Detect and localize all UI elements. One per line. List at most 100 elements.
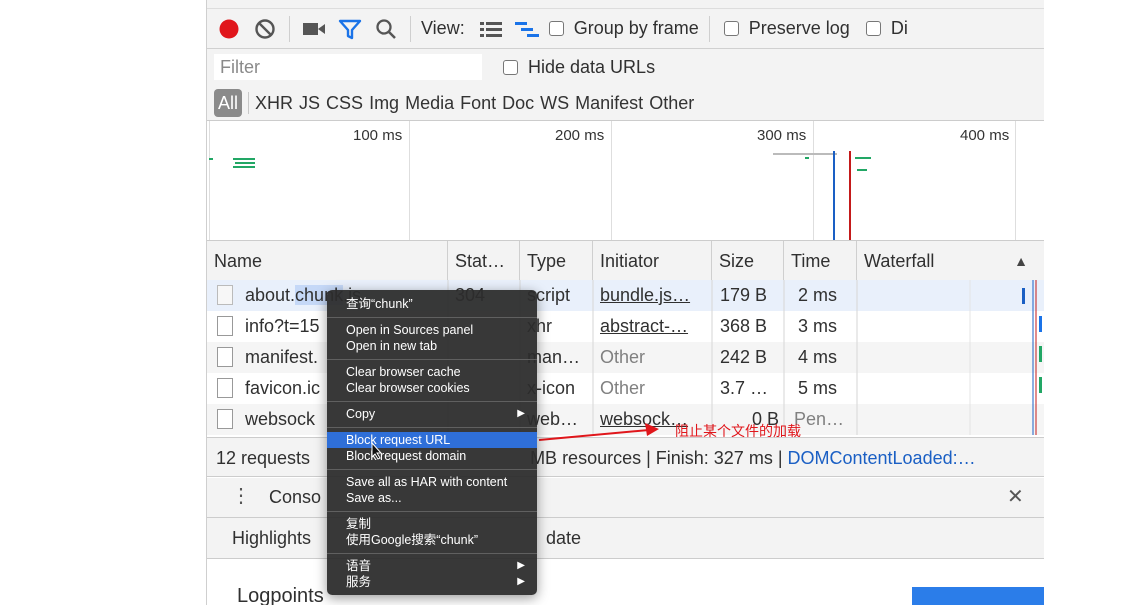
filter-icon[interactable] (336, 15, 364, 43)
menu-separator (327, 511, 537, 512)
type-filter-divider (248, 92, 250, 114)
menu-item-open-new-tab[interactable]: Open in new tab (327, 338, 537, 354)
menu-item-open-in-sources[interactable]: Open in Sources panel (327, 322, 537, 338)
logpoints-heading: Logpoints (237, 585, 324, 605)
group-by-frame-checkbox[interactable] (548, 21, 564, 36)
submenu-arrow-icon: ▶ (517, 576, 525, 587)
sort-ascending-icon: ▲ (1014, 253, 1028, 269)
menu-item-label: Copy (346, 407, 376, 421)
type-filter-doc[interactable]: Doc (502, 89, 540, 117)
menu-item-clear-cookies[interactable]: Clear browser cookies (327, 380, 537, 396)
dom-content-loaded: DOMContentLoaded:… (787, 448, 976, 468)
menu-item-save-as[interactable]: Save as... (327, 490, 537, 506)
column-status[interactable]: Stat… (448, 241, 520, 281)
drawer-tab-console[interactable]: Conso (269, 478, 321, 517)
menu-item-label: 语音 (346, 559, 372, 573)
top-tab-strip (207, 0, 1044, 9)
view-label: View: (421, 18, 465, 38)
preserve-log-label: Preserve log (748, 18, 850, 38)
type-filter-all[interactable]: All (214, 89, 243, 117)
type-filter-font[interactable]: Font (460, 89, 502, 117)
highlights-label[interactable]: Highlights (232, 518, 311, 558)
menu-item-block-request-domain[interactable]: Block request domain (327, 448, 537, 464)
menu-separator (327, 469, 537, 470)
disable-cache-label: Di (890, 18, 908, 38)
list-view-icon[interactable] (477, 15, 505, 43)
column-waterfall[interactable]: Waterfall ▲ (857, 241, 1044, 281)
type-filter-xhr[interactable]: XHR (255, 89, 299, 117)
record-icon[interactable] (215, 15, 243, 43)
annotation-arrow (538, 423, 659, 441)
search-icon[interactable] (372, 15, 400, 43)
filter-row: Hide data URLs (207, 49, 1044, 86)
menu-item-label: 复制 (346, 517, 372, 531)
menu-item-google-search[interactable]: 使用Google搜索“chunk” (327, 532, 537, 548)
type-filter-manifest[interactable]: Manifest (575, 89, 649, 117)
column-waterfall-label: Waterfall (864, 251, 935, 271)
type-filter-ws[interactable]: WS (540, 89, 575, 117)
menu-separator (327, 401, 537, 402)
toolbar-divider (289, 15, 290, 42)
filter-input[interactable] (214, 54, 482, 80)
whats-new-image (912, 587, 1044, 605)
requests-table-header: Name Stat… Type Initiator Size Time Wate… (207, 241, 1044, 282)
resource-type-filter-bar: All XHR JS CSS Img Media Font Doc WS Man… (207, 86, 1044, 121)
type-filter-media[interactable]: Media (405, 89, 460, 117)
mouse-cursor-icon (371, 442, 383, 460)
menu-item-services[interactable]: 服务 ▶ (327, 574, 537, 590)
type-filter-img[interactable]: Img (369, 89, 405, 117)
group-by-frame-label: Group by frame (573, 18, 699, 38)
menu-item-label: Save all as HAR with content (346, 475, 508, 489)
hide-data-urls-label: Hide data URLs (528, 57, 656, 77)
menu-item-label: 服务 (346, 575, 372, 589)
camera-icon[interactable] (300, 15, 328, 43)
overview-bars (209, 151, 871, 240)
annotation-text: 阻止某个文件的加载 (675, 424, 801, 440)
menu-item-label: Block request domain (346, 449, 467, 463)
column-time[interactable]: Time (784, 241, 857, 281)
column-type[interactable]: Type (520, 241, 593, 281)
menu-separator (327, 553, 537, 554)
finish-summary: MB resources | Finish: 327 ms | (530, 448, 788, 468)
network-overview-timeline[interactable]: 100 ms 200 ms 300 ms 400 ms (207, 121, 1044, 241)
menu-item-copy[interactable]: Copy ▶ (327, 406, 537, 422)
menu-item-label: 查询“chunk” (346, 297, 413, 311)
menu-item-save-har[interactable]: Save all as HAR with content (327, 474, 537, 490)
menu-separator (327, 317, 537, 318)
column-size[interactable]: Size (712, 241, 784, 281)
disable-cache-checkbox[interactable] (865, 21, 881, 36)
menu-item-copy-cn[interactable]: 复制 (327, 516, 537, 532)
toolbar-divider (708, 15, 710, 42)
menu-separator (327, 427, 537, 428)
update-label: date (546, 528, 582, 548)
column-initiator[interactable]: Initiator (593, 241, 712, 281)
toolbar-divider (410, 15, 411, 42)
clear-icon[interactable] (251, 15, 279, 43)
context-menu: 查询“chunk” Open in Sources panel Open in … (327, 290, 537, 595)
close-icon[interactable]: ✕ (1007, 478, 1024, 517)
menu-item-label: Save as... (346, 491, 402, 505)
type-filter-css[interactable]: CSS (326, 89, 369, 117)
menu-item-label: Open in Sources panel (346, 323, 474, 337)
preserve-log-checkbox[interactable] (723, 21, 739, 36)
menu-item-label: Clear browser cache (346, 365, 461, 379)
menu-separator (327, 359, 537, 360)
type-filter-js[interactable]: JS (299, 89, 326, 117)
type-filter-other[interactable]: Other (649, 89, 700, 117)
column-name[interactable]: Name (207, 241, 448, 281)
menu-item-clear-cache[interactable]: Clear browser cache (327, 364, 537, 380)
menu-item-speech[interactable]: 语音 ▶ (327, 558, 537, 574)
menu-item-label: Clear browser cookies (346, 381, 470, 395)
menu-item-label: Open in new tab (346, 339, 438, 353)
network-toolbar: View: Group by frame Preserve log Di (207, 9, 1044, 49)
hide-data-urls-checkbox[interactable] (503, 60, 518, 75)
menu-item-label: Block request URL (346, 433, 451, 447)
request-count: 12 requests (216, 448, 311, 468)
menu-item-label: 使用Google搜索“chunk” (346, 533, 478, 547)
menu-item-block-request-url[interactable]: Block request URL (327, 432, 537, 448)
more-tools-icon[interactable]: ⋮ (231, 486, 251, 506)
waterfall-view-icon[interactable] (513, 15, 541, 43)
submenu-arrow-icon: ▶ (517, 408, 525, 419)
submenu-arrow-icon: ▶ (517, 560, 525, 571)
menu-item-lookup[interactable]: 查询“chunk” (327, 296, 537, 312)
